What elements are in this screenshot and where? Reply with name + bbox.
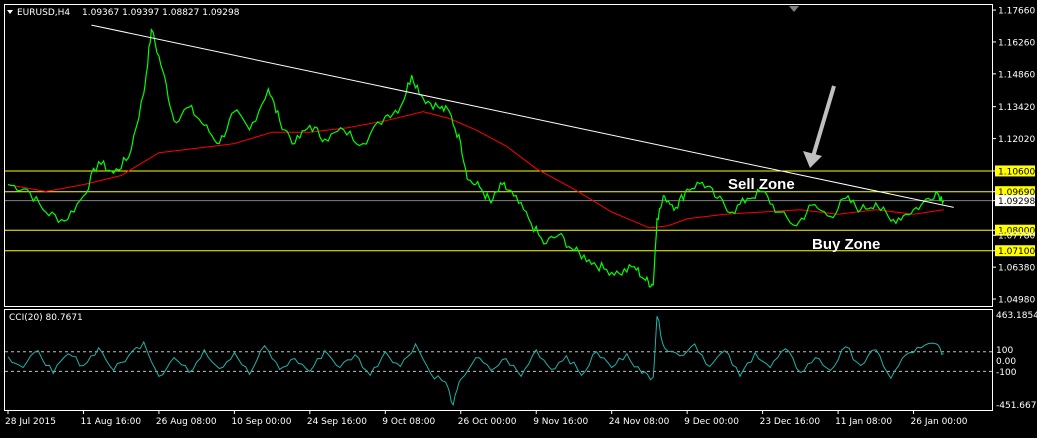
price-tick-label: 1.12020: [998, 135, 1035, 145]
time-tick-label: 26 Jan 00:00: [911, 417, 968, 427]
sell-zone-label: Sell Zone: [728, 176, 795, 193]
cci-layer: [5, 316, 992, 407]
cci-min-label: -451.6679: [996, 401, 1037, 411]
cci-level-minus100-label: -100: [996, 368, 1017, 378]
cci-max-label: 463.1854: [996, 311, 1037, 321]
chart-menu-triangle-icon[interactable]: [7, 10, 13, 14]
price-tick-label: 1.09298: [998, 197, 1035, 207]
cci-line: [7, 316, 944, 407]
time-tick-label: 24 Nov 08:00: [609, 417, 670, 427]
price-tick-label: 1.14860: [998, 70, 1035, 80]
price-layer: [7, 27, 945, 288]
price-tick-label: 1.06380: [998, 264, 1035, 274]
price-axis-labels: 1.17660 1.16260 1.14860 1.13420 1.12020 1.106…: [992, 7, 1035, 306]
price-tick-label: 1.04980: [998, 296, 1035, 306]
time-tick-label: 24 Sep 16:00: [307, 417, 367, 427]
cci-level-100-label: 100: [996, 346, 1013, 356]
time-tick-label: 9 Dec 00:00: [684, 417, 739, 427]
price-tick-label: 1.07780: [998, 232, 1035, 242]
overlay-layer[interactable]: [91, 24, 954, 208]
price-line: [7, 27, 945, 288]
moving-average-line: [7, 111, 944, 229]
arrow-head-icon: [803, 151, 822, 168]
ohlc-values: 1.09367 1.09397 1.08827 1.09298: [82, 8, 240, 18]
symbol-timeframe: EURUSD,H4: [17, 8, 70, 18]
arrow-shaft: [810, 85, 836, 161]
price-tick-label: 1.13420: [998, 103, 1035, 113]
time-tick-label: 11 Jan 08:00: [835, 417, 892, 427]
chart-canvas[interactable]: 1.17660 1.16260 1.14860 1.13420 1.12020 1.106…: [0, 0, 1037, 434]
price-tick-label: 1.10600: [998, 167, 1035, 177]
trading-chart-window[interactable]: 1.17660 1.16260 1.14860 1.13420 1.12020 1.106…: [0, 0, 1037, 434]
indicator-frame: [4, 309, 993, 411]
time-tick-label: 26 Oct 00:00: [458, 417, 517, 427]
time-tick-label: 28 Jul 2015: [5, 417, 56, 427]
price-tick-label: 1.07100: [998, 247, 1035, 257]
time-tick-label: 10 Sep 00:00: [231, 417, 291, 427]
price-tick-label: 1.17660: [998, 7, 1035, 17]
indicator-title: CCI(20) 80.7671: [9, 313, 83, 323]
main-chart-frame: [4, 4, 993, 307]
time-axis-labels: 28 Jul 2015 11 Aug 16:00 26 Aug 08:00 10 Se…: [5, 410, 968, 427]
time-tick-label: 9 Nov 16:00: [533, 417, 588, 427]
time-tick-label: 26 Aug 08:00: [156, 417, 217, 427]
cci-level-0-label: 0.00: [996, 357, 1016, 367]
chart-shift-marker-icon[interactable]: [789, 6, 799, 12]
price-tick-label: 1.16260: [998, 38, 1035, 48]
time-tick-label: 11 Aug 16:00: [80, 417, 141, 427]
time-tick-label: 9 Oct 08:00: [382, 417, 435, 427]
time-tick-label: 23 Dec 16:00: [760, 417, 821, 427]
buy-zone-label: Buy Zone: [812, 236, 880, 253]
moving-average-layer: [7, 111, 944, 229]
